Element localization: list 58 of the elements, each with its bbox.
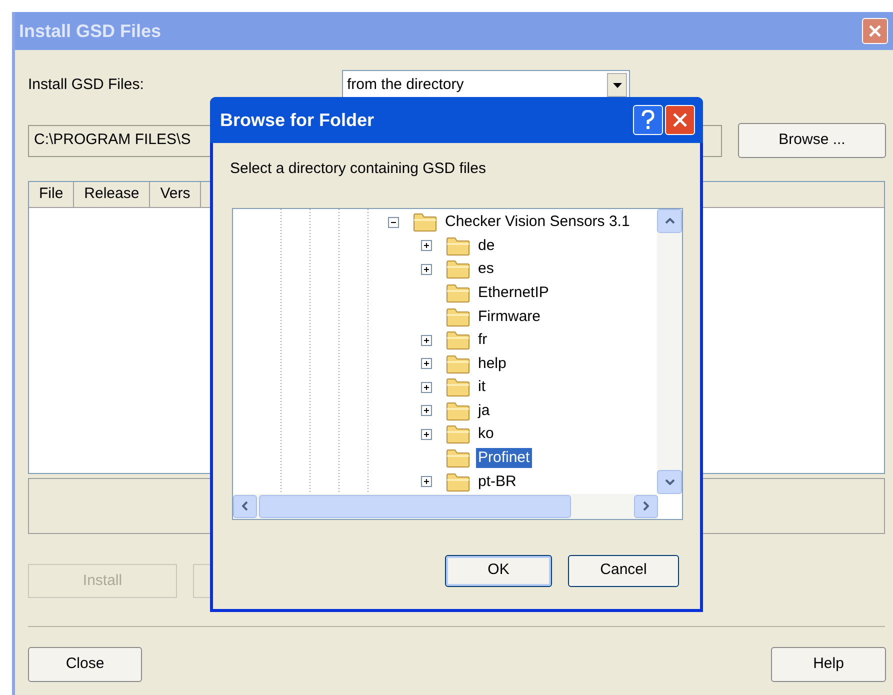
folder-icon: [446, 330, 470, 350]
expand-icon[interactable]: [421, 358, 432, 370]
cancel-button[interactable]: Cancel: [568, 554, 679, 586]
folder-icon: [446, 283, 470, 304]
tree-item[interactable]: es: [476, 259, 496, 280]
help-icon[interactable]: [633, 105, 663, 135]
scroll-down-icon[interactable]: [657, 470, 682, 494]
tree-item[interactable]: ko: [476, 424, 496, 444]
help-button[interactable]: Help: [771, 647, 886, 682]
scroll-left-icon[interactable]: [233, 494, 257, 518]
folder-icon: [446, 424, 470, 444]
folder-icon: [446, 472, 470, 492]
tree-item[interactable]: ja: [476, 400, 492, 421]
tree-item[interactable]: fr: [476, 330, 490, 350]
column-header[interactable]: Vers: [150, 182, 202, 207]
scroll-up-icon[interactable]: [657, 208, 682, 232]
tree-item[interactable]: pt-BR: [476, 472, 518, 492]
tree-item[interactable]: it: [476, 377, 488, 398]
folder-icon: [446, 448, 470, 468]
folder-icon: [446, 400, 470, 421]
tree-item[interactable]: Checker Vision Sensors 3.1: [443, 212, 632, 232]
folder-icon: [446, 377, 470, 398]
close-icon[interactable]: [862, 18, 888, 44]
folder-icon: [446, 236, 470, 256]
dropdown-caret-icon[interactable]: [607, 73, 627, 97]
horizontal-scrollbar[interactable]: [233, 494, 658, 518]
tree-item[interactable]: Firmware: [476, 306, 542, 327]
source-label: Install GSD Files:: [28, 74, 145, 95]
source-dropdown[interactable]: from the directory: [342, 70, 630, 100]
folder-tree[interactable]: Checker Vision Sensors 3.1 de es EthernetIP Firmware fr help it ja ko Profinet pt-BR: [232, 208, 683, 520]
browse-button[interactable]: Browse ...: [738, 123, 886, 158]
collapse-icon[interactable]: [388, 216, 399, 228]
column-header[interactable]: Release: [74, 182, 150, 207]
vertical-scrollbar[interactable]: [657, 208, 682, 494]
expand-icon[interactable]: [421, 264, 432, 275]
expand-icon[interactable]: [421, 334, 432, 346]
dialog-title: Browse for Folder: [220, 108, 374, 132]
folder-icon: [413, 212, 437, 232]
folder-icon: [446, 306, 470, 327]
expand-icon[interactable]: [421, 240, 432, 252]
expand-icon[interactable]: [421, 382, 432, 393]
tree-item[interactable]: Profinet: [476, 448, 532, 468]
window-title: Install GSD Files: [19, 20, 162, 42]
dialog-instruction: Select a directory containing GSD files: [230, 159, 487, 179]
folder-icon: [446, 354, 470, 374]
scroll-right-icon[interactable]: [634, 494, 658, 518]
tree-item[interactable]: de: [476, 236, 497, 256]
close-icon[interactable]: [665, 105, 695, 135]
folder-icon: [446, 259, 470, 280]
expand-icon[interactable]: [421, 405, 432, 416]
expand-icon[interactable]: [421, 428, 432, 440]
tree-item[interactable]: help: [476, 354, 508, 374]
tree-item[interactable]: EthernetIP: [476, 283, 551, 304]
scroll-thumb[interactable]: [259, 494, 571, 518]
close-button[interactable]: Close: [28, 647, 142, 682]
expand-icon[interactable]: [421, 476, 432, 488]
ok-button[interactable]: OK: [445, 554, 552, 586]
column-header[interactable]: File: [29, 182, 74, 207]
